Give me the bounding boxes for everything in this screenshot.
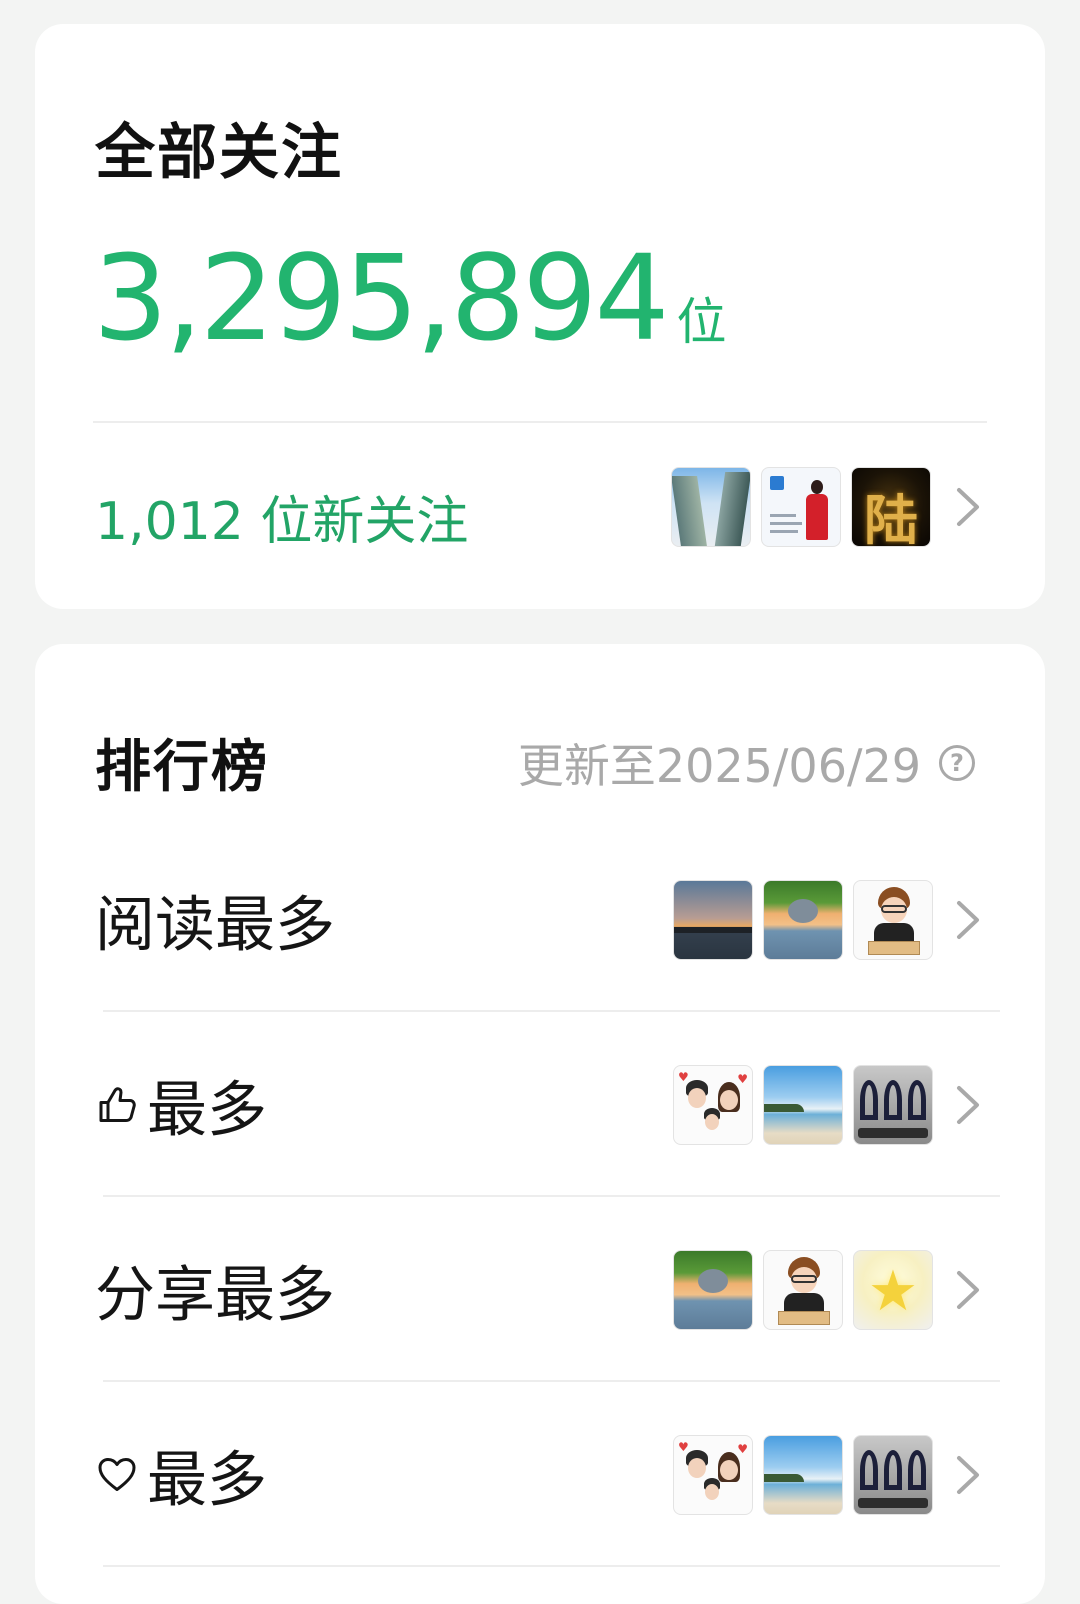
new-followers-label: 1,012 位新关注 [95, 492, 469, 552]
family-cartoon-avatar: ♥ ♥ [673, 1434, 753, 1515]
updated-date-text: 更新至2025/06/29 [517, 739, 921, 793]
cartoon-man-avatar [853, 879, 933, 960]
ribbon-sculpture-photo [853, 1064, 933, 1145]
tree-sea-photo [763, 879, 843, 960]
chevron-right-icon [953, 897, 983, 943]
chevron-right-icon [953, 1452, 983, 1498]
rank-label-text: 分享最多 [95, 1260, 335, 1330]
divider [103, 1565, 1000, 1567]
divider [93, 421, 987, 423]
chevron-right-icon [953, 1082, 983, 1128]
skyscrapers-photo [671, 467, 751, 547]
rank-thumbnails: ♥ ♥ [673, 1064, 933, 1145]
rank-thumbnails: ★ [673, 1249, 933, 1330]
rank-label: 阅读最多 [95, 876, 335, 963]
followers-count-unit: 位 [676, 293, 727, 351]
followers-title: 全部关注 [95, 118, 343, 188]
cartoon-man-avatar [763, 1249, 843, 1330]
ribbon-sculpture-photo [853, 1434, 933, 1515]
chevron-right-icon [953, 1267, 983, 1313]
rank-thumbnails [673, 879, 933, 960]
tree-sea-photo [673, 1249, 753, 1330]
thumbs-up-icon [99, 1087, 136, 1122]
rank-label: 最多 [95, 1431, 267, 1518]
rank-label-text: 阅读最多 [95, 890, 335, 960]
rank-thumbnails: ♥ ♥ [673, 1434, 933, 1515]
followers-count-number: 3,295,894 [93, 229, 670, 367]
chevron-right-icon [953, 484, 983, 530]
family-cartoon-avatar: ♥ ♥ [673, 1064, 753, 1145]
heart-icon [98, 1458, 136, 1491]
rank-label: 分享最多 [95, 1246, 335, 1333]
beach-photo [763, 1434, 843, 1515]
star-photo: ★ [853, 1249, 933, 1330]
business-card-photo [761, 467, 841, 547]
ranking-card: 排行榜 更新至2025/06/29 ? 阅读最多 最多 ♥ ♥ 分享最多 ★ 最… [35, 644, 1045, 1604]
rank-row-most-likes[interactable]: 最多 ♥ ♥ [35, 1012, 1045, 1197]
rank-label-text: 最多 [147, 1075, 267, 1145]
rank-row-most-read[interactable]: 阅读最多 [35, 827, 1045, 1012]
rank-label-text: 最多 [147, 1445, 267, 1515]
updated-date: 更新至2025/06/29 ? [518, 730, 975, 796]
gold-character-photo: 陆 [851, 467, 931, 547]
followers-card: 全部关注 3,295,894 位 1,012 位新关注 陆 [35, 24, 1045, 609]
rank-row-most-favorites[interactable]: 最多 ♥ ♥ [35, 1382, 1045, 1567]
rank-label: 最多 [95, 1061, 267, 1148]
help-icon[interactable]: ? [939, 745, 975, 781]
new-followers-thumbnails: 陆 [671, 467, 931, 547]
beach-photo [763, 1064, 843, 1145]
sunset-photo [673, 879, 753, 960]
followers-count: 3,295,894 位 [93, 229, 727, 367]
ranking-title: 排行榜 [95, 735, 269, 800]
rank-row-most-shared[interactable]: 分享最多 ★ [35, 1197, 1045, 1382]
